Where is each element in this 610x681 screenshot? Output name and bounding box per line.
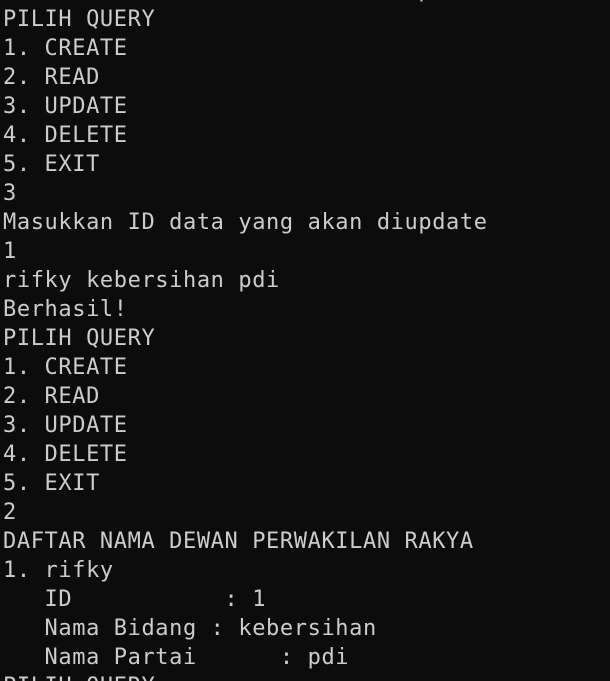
status-message: Berhasil!: [3, 297, 128, 322]
menu-title: PILIH QUERY: [3, 7, 156, 32]
list-item-id: ID : 1: [3, 587, 267, 612]
menu-option-update: 3. UPDATE: [3, 94, 128, 119]
menu-option-exit: 5. EXIT: [3, 152, 100, 177]
menu-option-delete: 4. DELETE: [3, 442, 128, 467]
user-input: 3: [3, 181, 17, 206]
menu-option-create: 1. CREATE: [3, 355, 128, 380]
menu-option-delete: 4. DELETE: [3, 123, 128, 148]
user-input: 2: [3, 500, 17, 525]
menu-option-read: 2. READ: [3, 65, 100, 90]
menu-option-create: 1. CREATE: [3, 36, 128, 61]
prompt-text: Masukkan ID data yang akan diupdate: [3, 210, 488, 235]
menu-option-update: 3. UPDATE: [3, 413, 128, 438]
list-item-partai: Nama Partai : pdi: [3, 645, 350, 670]
user-input: 1: [3, 239, 17, 264]
menu-title: PILIH QUERY: [3, 672, 610, 681]
list-item-bidang: Nama Bidang : kebersihan: [3, 616, 377, 641]
menu-title: PILIH QUERY: [3, 326, 156, 351]
user-input: rifky kebersihan pdi: [3, 268, 280, 293]
list-item-name: 1. rifky: [3, 558, 114, 583]
menu-option-read: 2. READ: [3, 384, 100, 409]
menu-option-exit: 5. EXIT: [3, 471, 100, 496]
list-heading: DAFTAR NAMA DEWAN PERWAKILAN RAKYA: [3, 529, 474, 554]
terminal-window[interactable]: p PILIH QUERY 1. CREATE 2. READ 3. UPDAT…: [0, 0, 610, 681]
terminal-output: p PILIH QUERY 1. CREATE 2. READ 3. UPDAT…: [3, 0, 610, 681]
